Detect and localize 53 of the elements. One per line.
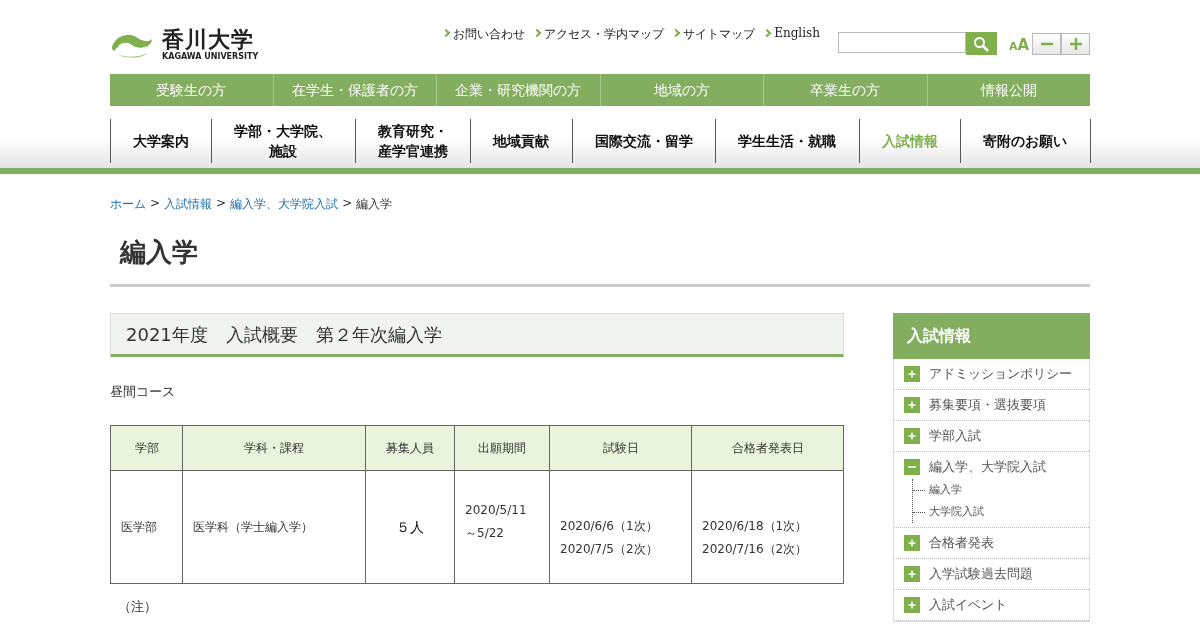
search-icon [973,35,990,52]
main-nav-item[interactable]: 国際交流・留学 [572,119,716,163]
column-header: 学部 [110,425,183,471]
note-label: （注） [118,598,158,616]
font-size-label: AA [1008,34,1030,54]
utility-link[interactable]: English [764,26,820,43]
utility-link[interactable]: お問い合わせ [443,26,526,43]
main-nav-item[interactable]: 教育研究・ 産学官連携 [355,119,471,163]
breadcrumb-link[interactable]: 入試情報 [164,196,213,213]
sidebar-item[interactable]: 募集要項・選抜要項 [894,390,1089,420]
breadcrumb-current: 編入学 [356,196,393,213]
sidebar-item[interactable]: 入学試験過去問題 [894,559,1089,589]
table-cell: 医学部 [110,470,183,584]
sidebar-item[interactable]: 合格者発表 [894,528,1089,558]
course-label: 昼間コース [110,383,176,401]
sidebar-subitem[interactable]: 編入学 [913,479,1089,501]
page-title: 編入学 [110,235,1090,287]
table-cell: 2020/6/18（1次） 2020/7/16（2次） [691,470,844,584]
column-header: 試験日 [549,425,692,471]
table-cell: 医学科（学士編入学） [182,470,366,584]
logo-name: 香川大学 [162,28,255,52]
plus-icon [1068,37,1083,51]
section-heading: 2021年度 入試概要 第２年次編入学 [110,313,844,357]
search-button[interactable] [965,32,997,55]
sidebar-subitem[interactable]: 大学院入試 [913,501,1089,523]
main-nav-item[interactable]: 学部・大学院、 施設 [212,119,356,163]
column-header: 学科・課程 [182,425,366,471]
breadcrumb-separator: > [342,196,353,212]
breadcrumb-link[interactable]: ホーム [110,196,146,213]
search-field[interactable] [837,32,966,53]
breadcrumb-separator: > [216,196,227,212]
main-nav-item[interactable]: 大学案内 [110,119,212,163]
sidebar-item[interactable]: 学部入試 [894,421,1089,451]
increase-font-button[interactable] [1061,33,1091,55]
sidebar-title: 入試情報 [893,313,1090,359]
utility-link[interactable]: アクセス・学内マップ [534,26,665,43]
table-cell: ５人 [365,470,455,584]
breadcrumb-separator: > [150,196,161,212]
decrease-font-button[interactable] [1032,33,1062,55]
main-nav-item[interactable]: 学生生活・就職 [716,119,860,163]
table-cell: 2020/6/6（1次） 2020/7/5（2次） [549,470,692,584]
column-header: 合格者発表日 [691,425,844,471]
table-cell: 2020/5/11 ～5/22 [454,470,550,584]
utility-link[interactable]: サイトマップ [673,26,756,43]
sidebar-item[interactable]: アドミッションポリシー [894,359,1089,389]
breadcrumb-link[interactable]: 編入学、大学院入試 [230,196,339,213]
column-header: 出願期間 [454,425,550,471]
main-nav-item[interactable]: 地域貢献 [471,119,573,163]
sidebar-item[interactable]: 編入学、大学院入試 [894,452,1089,482]
sidebar-item[interactable]: 入試イベント [894,590,1089,620]
logo-subtitle: KAGAWA UNIVERSITY [162,52,259,62]
column-header: 募集人員 [365,425,455,471]
main-nav-item[interactable]: 寄附のお願い [961,119,1091,163]
